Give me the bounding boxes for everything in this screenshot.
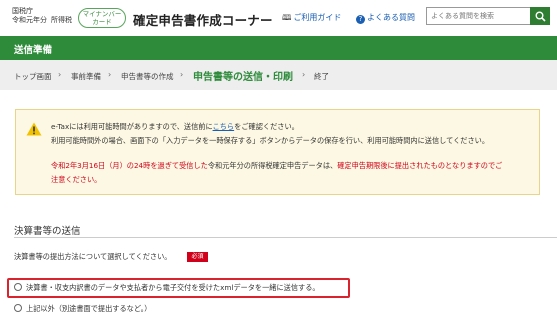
site-header: 国税庁 令和元年分 所得税 マイナンバー カード 確定申告書作成コーナー 🕮 ご利用…: [0, 0, 557, 36]
radio-option-other[interactable]: 上記以外（別途書面で提出するなど。）: [14, 304, 151, 314]
notice-line-3: 令和2年3月16日（月）の24時を過ぎて受信した令和元年分の所得税確定申告データ…: [51, 161, 503, 170]
mynumber-card-badge: マイナンバー カード: [78, 8, 126, 28]
breadcrumb-item-top: トップ画面: [14, 72, 52, 81]
warning-icon: [26, 122, 42, 136]
faq-search-input[interactable]: [426, 7, 530, 25]
search-icon: [535, 11, 546, 22]
notice-line-1: e-Taxには利用可能時間がありますので、送信前にこちらをご確認ください。: [51, 122, 299, 131]
page-banner: 送信準備: [0, 36, 557, 60]
breadcrumb: トップ画面 › 事前準備 › 申告書等の作成 › 申告書等の送信・印刷 › 終了: [0, 60, 557, 90]
chevron-right-icon: ›: [180, 70, 184, 79]
breadcrumb-item-send-print: 申告書等の送信・印刷: [193, 72, 293, 83]
book-icon: 🕮: [282, 13, 292, 22]
agency-name: 国税庁: [12, 7, 33, 15]
radio-button[interactable]: [14, 304, 22, 312]
breadcrumb-item-finish: 終了: [314, 72, 329, 81]
notice-line-4: 注意ください。: [51, 175, 102, 184]
breadcrumb-item-create: 申告書等の作成: [121, 72, 174, 81]
availability-link[interactable]: こちら: [213, 122, 235, 131]
question-label: 決算書等の提出方法について選択してください。: [14, 252, 172, 261]
breadcrumb-item-preparation: 事前準備: [71, 72, 101, 81]
faq-link[interactable]: ? よくある質問: [356, 12, 415, 24]
page-title: 送信準備: [14, 45, 53, 56]
required-badge: 必須: [187, 252, 208, 262]
radio-option-send-together[interactable]: 決算書・収支内訳書のデータや支払者から電子交付を受けたxmlデータを一緒に送信す…: [14, 283, 320, 293]
question-icon: ?: [356, 15, 365, 24]
notice-line-2: 利用可能時間外の場合、画面下の「入力データを一時保存する」ボタンからデータの保存…: [51, 136, 490, 145]
radio-button[interactable]: [14, 283, 22, 291]
notice-box: e-Taxには利用可能時間がありますので、送信前にこちらをご確認ください。 利用…: [15, 109, 540, 195]
chevron-right-icon: ›: [58, 70, 62, 79]
chevron-right-icon: ›: [108, 70, 112, 79]
section-title: 決算書等の送信: [14, 226, 81, 237]
tax-year-label: 令和元年分 所得税: [12, 16, 72, 24]
search-button[interactable]: [530, 7, 550, 25]
guide-link[interactable]: 🕮 ご利用ガイド: [282, 12, 341, 26]
site-title: 確定申告書作成コーナー: [133, 13, 273, 28]
section-divider: [14, 237, 557, 238]
agency-label: 国税庁 令和元年分 所得税: [12, 7, 76, 25]
chevron-right-icon: ›: [302, 70, 306, 79]
